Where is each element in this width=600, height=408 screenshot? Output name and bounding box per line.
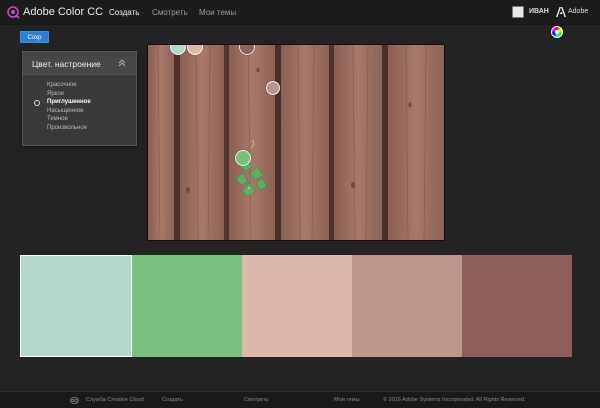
footer-link-my-themes[interactable]: Мои темы: [334, 397, 360, 403]
creative-cloud-icon[interactable]: [70, 396, 79, 404]
footer-creative-cloud-link[interactable]: Служба Creative Cloud: [86, 397, 144, 403]
color-mood-panel: Цвет. настроение Красочное Яркое Приглуш…: [22, 51, 137, 146]
swatch-2[interactable]: [132, 255, 242, 357]
wooden-fence-image: [148, 45, 444, 240]
swatch-1[interactable]: [20, 255, 132, 357]
mood-panel-header[interactable]: Цвет. настроение: [23, 52, 136, 75]
swatch-5[interactable]: [462, 255, 572, 357]
mood-option-muted[interactable]: Приглушенное: [23, 98, 136, 107]
nav-create[interactable]: Создать: [109, 8, 139, 17]
mood-panel-title: Цвет. настроение: [32, 59, 101, 69]
mood-option-colorful[interactable]: Красочное: [23, 81, 136, 90]
user-name[interactable]: ИВАН: [529, 8, 549, 15]
footer: Служба Creative Cloud Создать Смотреть М…: [0, 391, 600, 408]
save-button[interactable]: Сохр: [20, 31, 49, 43]
adobe-label[interactable]: Adobe: [568, 8, 588, 15]
app-title[interactable]: Adobe Color CC: [23, 6, 103, 18]
avatar[interactable]: [512, 6, 524, 18]
color-picker-circle-4[interactable]: [235, 150, 251, 166]
nav-explore[interactable]: Смотреть: [152, 8, 188, 17]
footer-link-explore[interactable]: Смотреть: [244, 397, 269, 403]
swatch-4[interactable]: [352, 255, 462, 357]
chevron-up-icon[interactable]: [117, 58, 127, 68]
mood-options-list: Красочное Яркое Приглушенное Насыщенное …: [23, 81, 136, 132]
mood-option-custom[interactable]: Произвольное: [23, 124, 136, 133]
color-picker-circle-5[interactable]: [266, 81, 280, 95]
mood-option-bright[interactable]: Яркое: [23, 90, 136, 99]
color-swatches: [20, 255, 572, 357]
footer-copyright: © 2016 Adobe Systems Incorporated. All R…: [383, 397, 526, 403]
swatch-3[interactable]: [242, 255, 352, 357]
top-bar: Adobe Color CC Создать Смотреть Мои темы…: [0, 0, 600, 25]
adobe-logo-icon[interactable]: [556, 7, 566, 17]
mood-option-dark[interactable]: Темное: [23, 115, 136, 124]
source-photo: [147, 44, 445, 241]
mood-option-deep[interactable]: Насыщенное: [23, 107, 136, 116]
radio-selected-indicator[interactable]: [34, 99, 40, 106]
nav-my-themes[interactable]: Мои темы: [199, 8, 236, 17]
color-wheel-icon[interactable]: [551, 26, 563, 38]
footer-link-create[interactable]: Создать: [162, 397, 183, 403]
adobe-color-logo-icon[interactable]: [6, 5, 20, 19]
